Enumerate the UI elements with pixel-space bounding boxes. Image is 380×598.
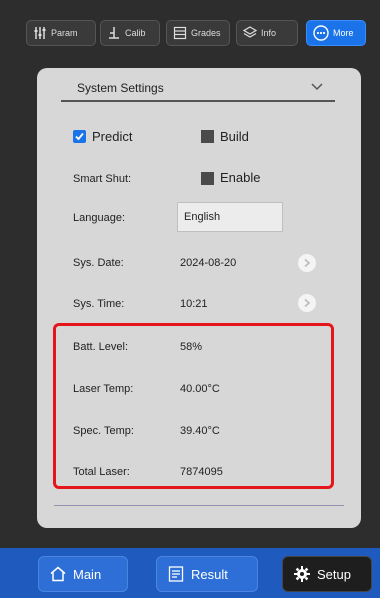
top-toolbar: Param Calib Grades Info More	[0, 0, 380, 60]
smart-shut-checkbox[interactable]	[201, 172, 214, 185]
chevron-down-icon[interactable]	[311, 83, 323, 91]
sys-date-value: 2024-08-20	[180, 257, 237, 269]
calibration-icon	[109, 27, 119, 39]
arrow-right-icon	[304, 258, 311, 268]
predict-checkbox[interactable]	[73, 130, 86, 143]
check-icon	[75, 132, 84, 141]
tab-calib[interactable]: Calib	[100, 20, 160, 46]
build-label: Build	[220, 129, 249, 144]
spec-temp-value: 39.40°C	[180, 425, 220, 437]
smart-shut-label: Smart Shut:	[73, 173, 132, 185]
sys-time-label: Sys. Time:	[73, 298, 125, 310]
batt-level-label: Batt. Level:	[73, 341, 129, 353]
nav-main-button[interactable]: Main	[38, 556, 128, 592]
build-checkbox[interactable]	[201, 130, 214, 143]
nav-result-label: Result	[191, 566, 228, 582]
batt-level-value: 58%	[180, 341, 203, 353]
tab-param-label: Param	[51, 28, 78, 38]
predict-label: Predict	[92, 129, 133, 144]
tab-more[interactable]: More	[306, 20, 366, 46]
tab-info-label: Info	[261, 28, 277, 38]
grades-icon	[173, 26, 187, 40]
more-icon	[313, 25, 329, 41]
laser-temp-label: Laser Temp:	[73, 383, 134, 395]
total-laser-label: Total Laser:	[73, 466, 130, 478]
sliders-icon	[34, 27, 46, 39]
report-icon	[168, 566, 184, 582]
section-title: System Settings	[77, 81, 164, 95]
home-icon	[50, 566, 66, 582]
nav-main-label: Main	[73, 566, 102, 582]
sys-time-set-button[interactable]	[298, 294, 316, 312]
laser-temp-value: 40.00°C	[180, 383, 220, 395]
tab-calib-label: Calib	[125, 28, 146, 38]
smart-shut-enable-label: Enable	[220, 170, 261, 185]
tab-info[interactable]: Info	[236, 20, 298, 46]
nav-setup-label: Setup	[317, 566, 351, 582]
spec-temp-label: Spec. Temp:	[73, 425, 134, 437]
nav-result-button[interactable]: Result	[156, 556, 258, 592]
language-select[interactable]: English	[177, 202, 283, 232]
sys-date-label: Sys. Date:	[73, 257, 124, 269]
section-header-system-settings[interactable]: System Settings	[61, 76, 335, 102]
tab-param[interactable]: Param	[26, 20, 96, 46]
sys-time-value: 10:21	[180, 298, 208, 310]
nav-setup-button[interactable]: Setup	[282, 556, 372, 592]
tab-grades[interactable]: Grades	[166, 20, 230, 46]
divider	[54, 505, 344, 506]
language-value: English	[184, 211, 221, 223]
sys-date-set-button[interactable]	[298, 254, 316, 272]
arrow-right-icon	[304, 298, 311, 308]
tab-grades-label: Grades	[191, 28, 221, 38]
tab-more-label: More	[333, 28, 354, 38]
layers-icon	[243, 26, 257, 38]
language-label: Language:	[73, 212, 125, 224]
total-laser-value: 7874095	[180, 466, 223, 478]
gear-icon	[294, 566, 310, 582]
